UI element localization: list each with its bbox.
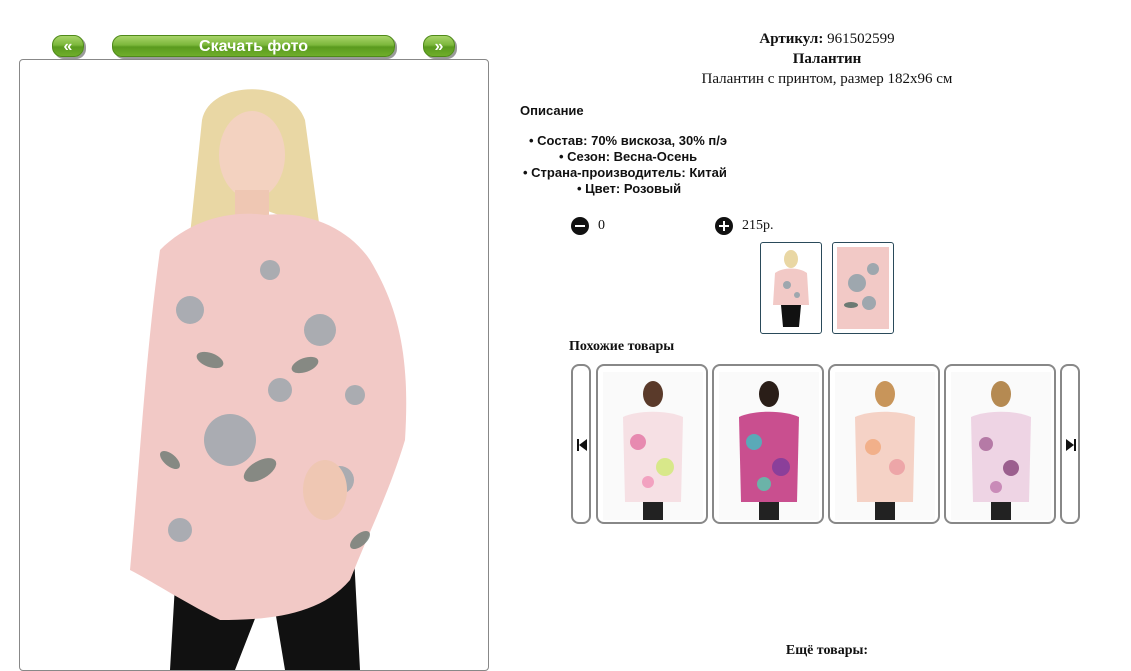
carousel-prev-button[interactable]	[571, 364, 591, 524]
skip-forward-icon	[1066, 439, 1076, 451]
description-heading: Описание	[520, 103, 584, 118]
carousel-next-button[interactable]	[1060, 364, 1080, 524]
next-photo-button[interactable]: »	[423, 35, 455, 57]
spec-item: Состав: 70% вискоза, 30% п/э	[529, 133, 727, 148]
previous-photo-button[interactable]: «	[52, 35, 84, 57]
similar-product-card[interactable]	[596, 364, 708, 524]
similar-product-card[interactable]	[712, 364, 824, 524]
similar-product-card[interactable]	[944, 364, 1056, 524]
similar-product-card[interactable]	[828, 364, 940, 524]
spec-item: Страна-производитель: Китай	[523, 165, 727, 180]
more-products-heading: Ещё товары:	[785, 643, 869, 658]
similar-products-heading: Похожие товары	[569, 339, 675, 354]
product-name: Палантин	[792, 51, 862, 67]
quantity-value: 0	[598, 218, 605, 233]
sku-value: 961502599	[827, 31, 895, 47]
spec-item: Сезон: Весна-Осень	[559, 149, 697, 164]
skip-back-icon	[577, 439, 587, 451]
price-value: 215р.	[742, 218, 774, 233]
minus-icon[interactable]	[571, 217, 589, 235]
main-product-photo	[19, 59, 489, 671]
download-photo-button[interactable]: Скачать фото	[112, 35, 395, 57]
spec-item: Цвет: Розовый	[577, 181, 681, 196]
product-subtitle: Палантин с принтом, размер 182x96 см	[701, 71, 953, 87]
sku-label: Артикул:	[759, 31, 824, 47]
photo-thumbnail[interactable]	[760, 242, 822, 334]
plus-icon[interactable]	[715, 217, 733, 235]
sku-line: Артикул: 961502599	[520, 31, 1131, 48]
photo-thumbnail[interactable]	[832, 242, 894, 334]
